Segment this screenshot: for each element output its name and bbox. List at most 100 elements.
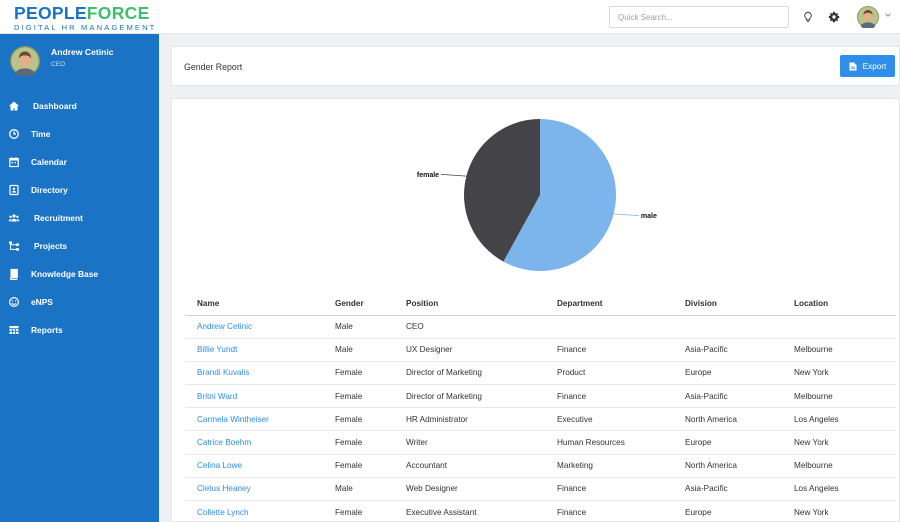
sidebar-item-calendar[interactable]: Calendar <box>0 150 159 174</box>
cell-location: Melbourne <box>782 338 896 362</box>
smile-icon <box>8 296 20 308</box>
cell-gender: Female <box>323 361 394 386</box>
user-name: Andrew Cetinic <box>51 47 114 57</box>
sidebar-item-label: Directory <box>31 185 68 195</box>
quick-search-input[interactable] <box>609 6 789 28</box>
table-row: Brandi Kuvalis Female Director of Market… <box>185 361 896 386</box>
sitemap-icon <box>9 241 19 251</box>
sidebar-item-label: Time <box>31 129 51 139</box>
cell-position: Accountant <box>394 454 545 478</box>
cell-location: New York <box>782 430 896 455</box>
table-row: Catrice Boehm Female Writer Human Resour… <box>185 430 896 455</box>
table-header-row: Name Gender Position Department Division… <box>185 293 896 316</box>
table-icon <box>9 326 19 334</box>
column-header-division[interactable]: Division <box>673 293 782 316</box>
column-header-name[interactable]: Name <box>185 293 323 316</box>
table-row: Cletus Heaney Male Web Designer Finance … <box>185 477 896 502</box>
book-icon <box>9 268 18 280</box>
clock-icon <box>9 129 19 139</box>
cell-gender: Male <box>323 477 394 502</box>
cell-department: Finance <box>545 500 673 522</box>
cell-location: Melbourne <box>782 454 896 478</box>
table-row: Andrew Cetinic Male CEO <box>185 315 896 339</box>
user-avatar[interactable] <box>857 6 879 30</box>
gear-icon[interactable] <box>826 9 842 25</box>
pie-label-female: female <box>417 172 439 179</box>
sidebar-item-directory[interactable]: Directory <box>0 178 159 202</box>
cell-department: Human Resources <box>545 430 673 455</box>
sidebar-item-recruitment[interactable]: Recruitment <box>0 206 159 230</box>
bulb-icon[interactable] <box>800 9 816 25</box>
gender-report-table: Name Gender Position Department Division… <box>185 293 896 522</box>
peopleforce-logo[interactable]: PEOPLEFORCE DIGITAL HR MANAGEMENT <box>14 4 160 32</box>
home-icon <box>9 101 19 111</box>
cell-position: Director of Marketing <box>394 361 545 386</box>
cell-division: Asia-Pacific <box>673 477 782 502</box>
employee-name-link[interactable]: Britni Ward <box>185 384 323 409</box>
sidebar-item-projects[interactable]: Projects <box>0 234 159 258</box>
employee-name-link[interactable]: Billie Yundt <box>185 338 323 362</box>
cell-position: CEO <box>394 315 545 339</box>
logo-wordmark: PEOPLEFORCE <box>14 3 150 23</box>
cell-position: Writer <box>394 430 545 455</box>
cell-gender: Female <box>323 500 394 522</box>
cell-department: Executive <box>545 407 673 432</box>
sidebar-item-time[interactable]: Time <box>0 122 159 146</box>
cell-division: Europe <box>673 500 782 522</box>
cell-department: Finance <box>545 477 673 502</box>
table-row: Celina Lowe Female Accountant Marketing … <box>185 454 896 478</box>
column-header-position[interactable]: Position <box>394 293 545 316</box>
export-button[interactable]: Export <box>840 55 895 77</box>
employee-name-link[interactable]: Carmela Wintheiser <box>185 407 323 432</box>
cell-position: HR Administrator <box>394 407 545 432</box>
sidebar-item-knowledge-base[interactable]: Knowledge Base <box>0 262 159 286</box>
pie-label-male: male <box>641 213 657 220</box>
page-title: Gender Report <box>184 62 243 72</box>
column-header-department[interactable]: Department <box>545 293 673 316</box>
cell-gender: Female <box>323 430 394 455</box>
cell-division: Asia-Pacific <box>673 338 782 362</box>
cell-position: Director of Marketing <box>394 384 545 409</box>
cell-department: Product <box>545 361 673 386</box>
sidebar-item-reports[interactable]: Reports <box>0 318 159 342</box>
cell-gender: Female <box>323 384 394 409</box>
file-icon <box>849 62 857 70</box>
sidebar-item-dashboard[interactable]: Dashboard <box>0 94 159 118</box>
employee-name-link[interactable]: Andrew Cetinic <box>185 315 323 339</box>
cell-location: New York <box>782 500 896 522</box>
cell-location: New York <box>782 361 896 386</box>
employee-name-link[interactable]: Brandi Kuvalis <box>185 361 323 386</box>
column-header-gender[interactable]: Gender <box>323 293 394 316</box>
cell-division: Asia-Pacific <box>673 384 782 409</box>
cell-position: Executive Assistant <box>394 500 545 522</box>
cell-location: Los Angeles <box>782 477 896 502</box>
cell-location: Los Angeles <box>782 407 896 432</box>
employee-name-link[interactable]: Collette Lynch <box>185 500 323 522</box>
table-row: Britni Ward Female Director of Marketing… <box>185 384 896 409</box>
column-header-location[interactable]: Location <box>782 293 896 316</box>
cell-location <box>782 315 896 339</box>
cell-gender: Female <box>323 454 394 478</box>
table-row: Collette Lynch Female Executive Assistan… <box>185 500 896 522</box>
cell-position: UX Designer <box>394 338 545 362</box>
employee-name-link[interactable]: Cletus Heaney <box>185 477 323 502</box>
cell-department: Finance <box>545 384 673 409</box>
calendar-icon <box>9 157 19 168</box>
employee-name-link[interactable]: Catrice Boehm <box>185 430 323 455</box>
cell-division: North America <box>673 407 782 432</box>
cell-department: Marketing <box>545 454 673 478</box>
pie-connector-female <box>441 174 467 177</box>
page-header: Gender Report Export <box>171 46 900 86</box>
cell-gender: Female <box>323 407 394 432</box>
avatar <box>10 46 40 78</box>
export-button-label: Export <box>862 61 887 71</box>
employee-name-link[interactable]: Celina Lowe <box>185 454 323 478</box>
cell-department: Finance <box>545 338 673 362</box>
sidebar-item-label: eNPS <box>31 297 53 307</box>
sidebar-profile[interactable]: Andrew Cetinic CEO <box>0 34 159 84</box>
chevron-down-icon[interactable] <box>884 11 892 19</box>
cell-gender: Male <box>323 338 394 362</box>
table-row: Carmela Wintheiser Female HR Administrat… <box>185 407 896 432</box>
sidebar-item-label: Reports <box>31 325 63 335</box>
sidebar-item-enps[interactable]: eNPS <box>0 290 159 314</box>
